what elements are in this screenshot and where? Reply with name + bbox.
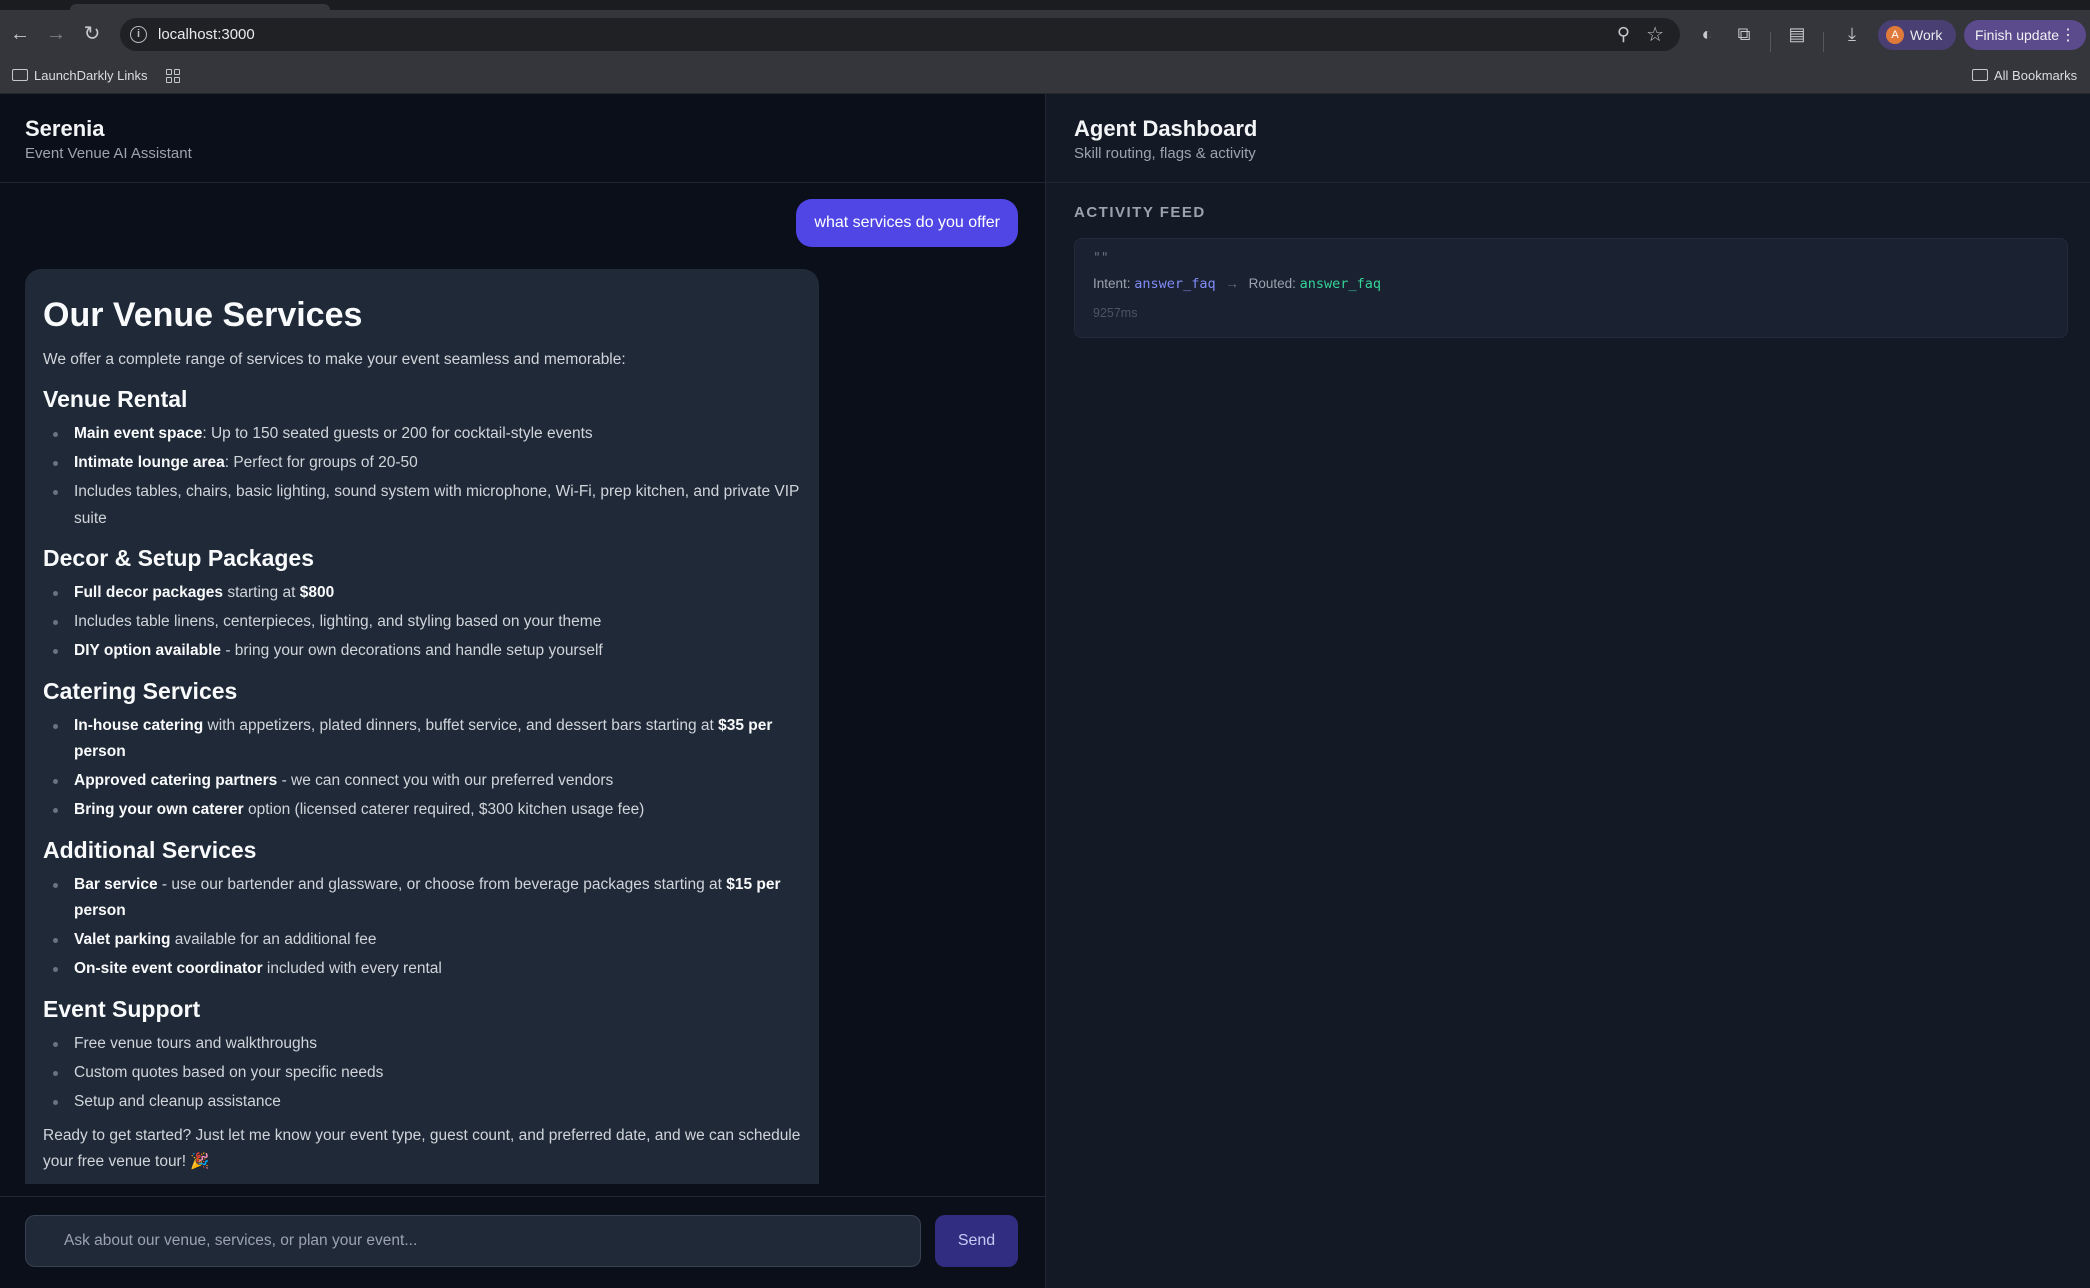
all-bookmarks-label: All Bookmarks — [1994, 68, 2078, 83]
bookmark-folder-launchdarkly[interactable]: LaunchDarkly Links — [12, 68, 147, 83]
all-bookmarks[interactable]: All Bookmarks — [1972, 68, 2077, 83]
section-list: Bar service - use our bartender and glas… — [43, 872, 801, 983]
toolbar-divider — [1770, 32, 1771, 52]
bookmarks-bar: LaunchDarkly Links All Bookmarks — [0, 59, 2090, 94]
chat-input[interactable] — [25, 1215, 921, 1267]
list-item: Includes table linens, centerpieces, lig… — [43, 609, 801, 636]
url-text[interactable]: localhost:3000 — [158, 26, 255, 43]
list-item: Approved catering partners - we can conn… — [43, 768, 801, 795]
routed-value: answer_faq — [1299, 276, 1381, 292]
section-title: Venue Rental — [43, 386, 188, 412]
profile-label: Work — [1910, 27, 1943, 43]
bookmark-star-icon[interactable]: ☆ — [1646, 22, 1664, 47]
forward-arrow-icon[interactable]: → — [42, 20, 70, 48]
more-vert-icon: ⋮ — [2060, 27, 2076, 44]
entry-duration: 9257ms — [1093, 306, 1138, 320]
list-item: Full decor packages starting at $800 — [43, 580, 801, 607]
section-list: Main event space: Up to 150 seated guest… — [43, 421, 801, 532]
routed-label: Routed: — [1248, 276, 1296, 291]
extensions-puzzle-icon[interactable]: ⧉ — [1732, 24, 1756, 45]
dashboard-subtitle: Skill routing, flags & activity — [1074, 145, 1256, 162]
folder-icon — [1972, 69, 1988, 81]
section-title: Decor & Setup Packages — [43, 545, 315, 571]
list-item: Valet parking available for an additiona… — [43, 927, 801, 954]
chat-panel: Serenia Event Venue AI Assistant what se… — [0, 94, 1045, 1288]
section-title: Catering Services — [43, 677, 238, 704]
download-icon[interactable]: ⤓ — [1840, 24, 1864, 45]
app-root: Serenia Event Venue AI Assistant what se… — [0, 94, 2090, 1288]
list-item: Bring your own caterer option (licensed … — [43, 797, 801, 824]
chat-title: Serenia — [25, 116, 105, 141]
composer: Send — [0, 1196, 1045, 1288]
section-title: Event Support — [43, 995, 201, 1022]
list-item: Includes tables, chairs, basic lighting,… — [43, 479, 801, 532]
chat-header: Serenia Event Venue AI Assistant — [0, 94, 1045, 183]
response-closing: Ready to get started? Just let me know y… — [43, 1127, 801, 1170]
list-item: Main event space: Up to 150 seated guest… — [43, 421, 801, 448]
agent-dashboard-panel: Agent Dashboard Skill routing, flags & a… — [1045, 94, 2090, 1288]
section-list: In-house catering with appetizers, plate… — [43, 713, 801, 824]
folder-icon — [12, 69, 28, 81]
dashboard-title: Agent Dashboard — [1074, 116, 1258, 141]
intent-label: Intent: — [1093, 276, 1131, 291]
reload-icon[interactable]: ↻ — [78, 20, 106, 48]
list-item: Setup and cleanup assistance — [43, 1089, 801, 1116]
list-item: Bar service - use our bartender and glas… — [43, 872, 801, 925]
back-arrow-icon[interactable]: ← — [6, 20, 34, 48]
activity-entry: "" Intent: answer_faq → Routed: answer_f… — [1074, 238, 2068, 338]
toolbar-divider — [1823, 32, 1824, 52]
address-bar[interactable]: i localhost:3000 ⚲ ☆ — [120, 18, 1680, 51]
entry-quote: "" — [1093, 251, 1109, 266]
list-item: In-house catering with appetizers, plate… — [43, 713, 801, 766]
chat-subtitle: Event Venue AI Assistant — [25, 145, 192, 162]
list-item: Free venue tours and walkthroughs — [43, 1031, 801, 1058]
list-item: Custom quotes based on your specific nee… — [43, 1060, 801, 1087]
arrow-right-icon: → — [1225, 276, 1239, 291]
user-message: what services do you offer — [796, 199, 1018, 247]
profile-button[interactable]: A Work — [1878, 20, 1956, 50]
avatar: A — [1886, 26, 1904, 44]
zoom-icon[interactable]: ⚲ — [1617, 24, 1630, 45]
dashboard-header: Agent Dashboard Skill routing, flags & a… — [1046, 94, 2090, 183]
tab-strip — [0, 0, 2090, 10]
apps-grid-icon[interactable] — [166, 69, 180, 83]
assistant-message: Our Venue Services We offer a complete r… — [25, 269, 819, 1184]
section-list: Full decor packages starting at $800 Inc… — [43, 580, 801, 665]
site-info-icon[interactable]: i — [130, 26, 147, 43]
section-title: Additional Services — [43, 836, 257, 863]
finish-update-button[interactable]: Finish update ⋮ — [1964, 20, 2086, 50]
response-heading: Our Venue Services — [43, 296, 363, 334]
bookmark-folder-label: LaunchDarkly Links — [34, 68, 148, 83]
activity-feed-label: ACTIVITY FEED — [1074, 204, 1206, 221]
response-intro: We offer a complete range of services to… — [43, 351, 626, 368]
finish-update-label: Finish update — [1975, 27, 2060, 43]
extension-shield-icon[interactable]: ◐ — [1695, 24, 1719, 45]
send-button[interactable]: Send — [935, 1215, 1018, 1267]
list-item: Intimate lounge area: Perfect for groups… — [43, 450, 801, 477]
section-list: Free venue tours and walkthroughs Custom… — [43, 1031, 801, 1116]
list-item: On-site event coordinator included with … — [43, 956, 801, 983]
intent-value: answer_faq — [1134, 276, 1216, 292]
entry-routing: Intent: answer_faq → Routed: answer_faq — [1093, 276, 1381, 292]
message-list[interactable]: what services do you offer Our Venue Ser… — [0, 184, 1045, 1184]
browser-toolbar: ← → ↻ i localhost:3000 ⚲ ☆ ◐ ⧉ ▤ ⤓ — [0, 10, 2090, 59]
list-item: DIY option available - bring your own de… — [43, 638, 801, 665]
reading-list-icon[interactable]: ▤ — [1785, 24, 1809, 45]
